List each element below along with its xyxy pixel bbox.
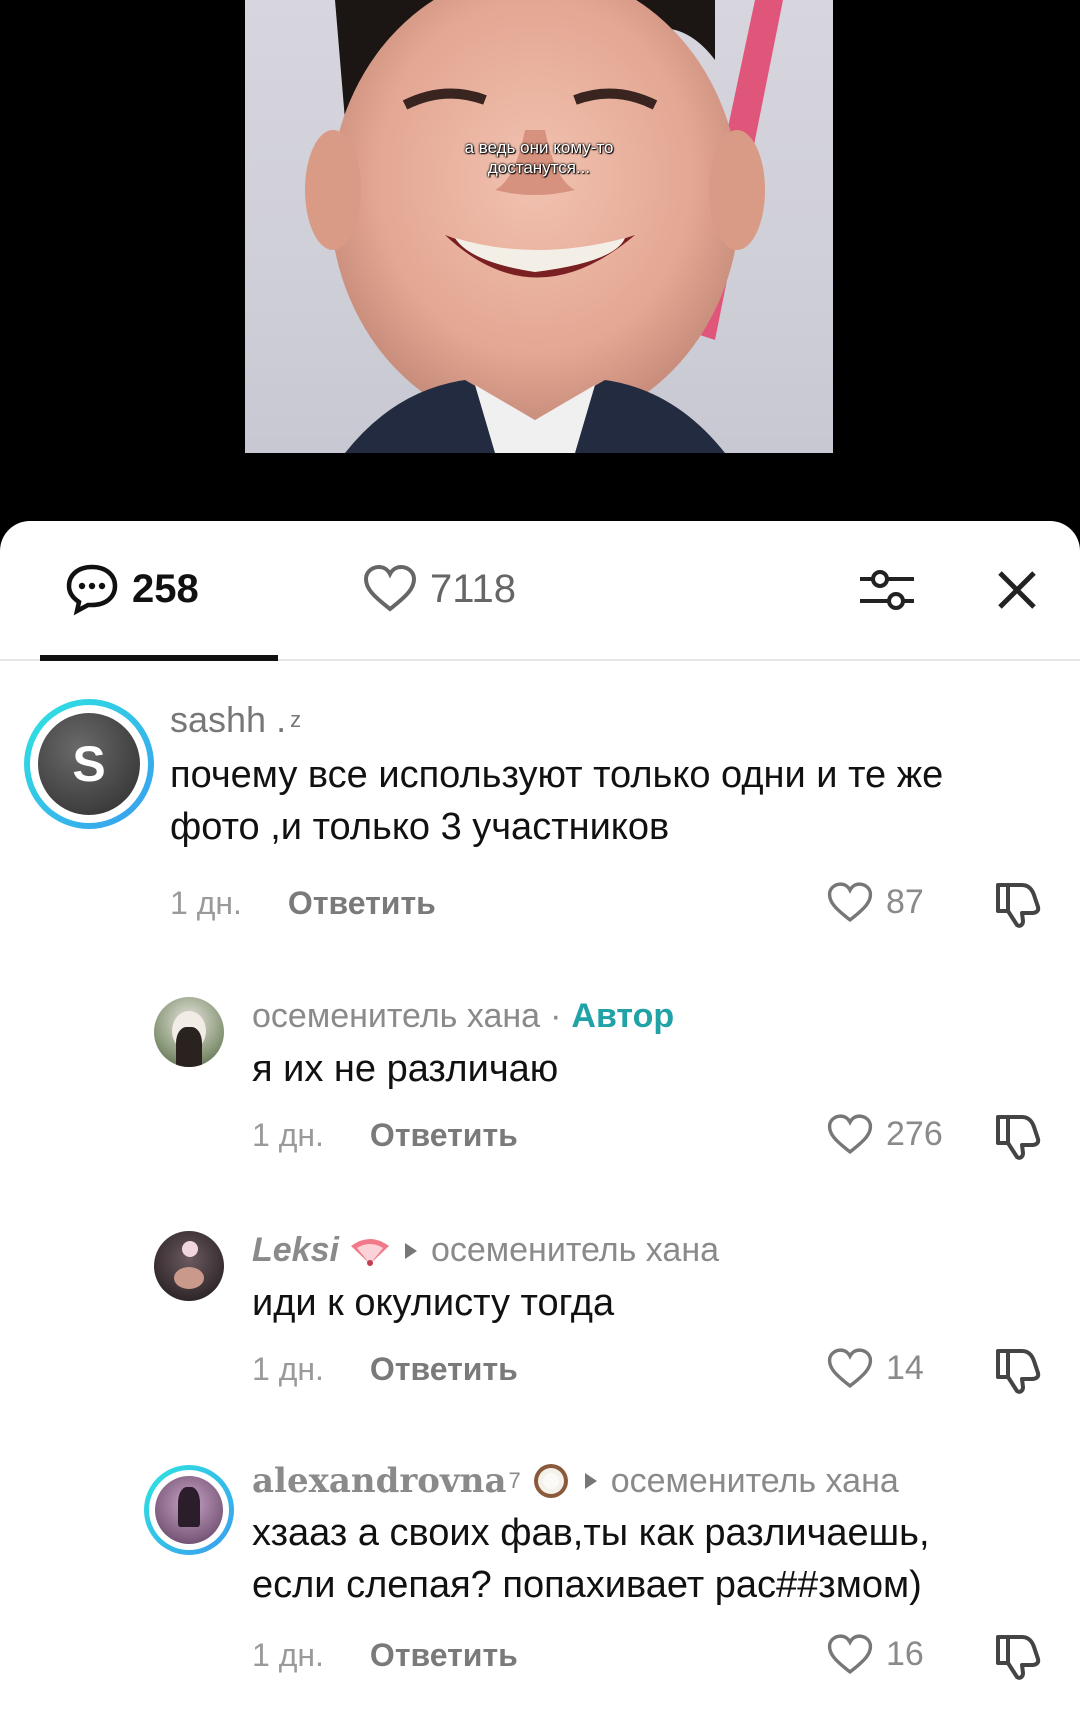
comment-bubble-icon [66, 564, 118, 616]
comment-username[interactable]: Leksi осеменитель хана [252, 1231, 719, 1270]
heart-icon [827, 1634, 873, 1675]
username-text: alexandrovna [252, 1461, 507, 1501]
dislike-icon[interactable] [992, 877, 1044, 929]
like-count: 87 [886, 882, 924, 921]
like-button[interactable]: 276 [826, 1111, 943, 1157]
caption-line-1: а ведь они кому-то [464, 138, 614, 157]
comment-meta: 1 дн. Ответить [170, 885, 436, 922]
video-player[interactable]: а ведь они кому-то достанутся... [0, 0, 1080, 540]
comment-time: 1 дн. [252, 1351, 324, 1387]
comment-time: 1 дн. [170, 885, 242, 921]
username-suffix: 7 [508, 1468, 521, 1493]
like-button[interactable]: 16 [826, 1631, 924, 1677]
username-suffix: z [290, 707, 302, 732]
author-badge: Автор [571, 997, 675, 1035]
dislike-icon[interactable] [992, 1109, 1044, 1161]
reply-button[interactable]: Ответить [288, 885, 436, 922]
reply-button[interactable]: Ответить [370, 1117, 518, 1154]
reply-to-username[interactable]: осеменитель хана [431, 1231, 719, 1270]
coconut-emoji-icon [533, 1464, 568, 1498]
avatar-letter: S [38, 713, 140, 815]
reply-arrow-icon [584, 1473, 597, 1489]
avatar[interactable]: S [24, 699, 154, 829]
comment-time: 1 дн. [252, 1117, 324, 1153]
active-tab-indicator [40, 655, 278, 661]
reply-arrow-icon [404, 1242, 417, 1259]
username-text: sashh . [170, 699, 287, 740]
avatar[interactable] [154, 1231, 224, 1301]
comment-text: почему все используют только одни и те ж… [170, 754, 944, 848]
comment-text: я их не различаю [252, 1048, 559, 1090]
like-count: 276 [886, 1114, 943, 1153]
likes-count: 7118 [430, 566, 517, 611]
video-frame: а ведь они кому-то достанутся... [245, 0, 833, 453]
close-icon[interactable] [994, 567, 1040, 613]
heart-icon [363, 564, 417, 612]
heart-icon [827, 882, 873, 923]
caption-line-2: достанутся... [487, 158, 591, 177]
comment-username[interactable]: alexandrovna 7 осеменитель хана [252, 1461, 899, 1501]
fan-emoji-icon [350, 1238, 389, 1266]
comment-text-line-2: если слепая? попахивает рас##змом) [252, 1564, 922, 1606]
face-photo [305, 0, 783, 453]
reply-to-username[interactable]: осеменитель хана [611, 1462, 899, 1501]
filter-icon[interactable] [858, 565, 916, 615]
heart-icon [827, 1348, 873, 1389]
dislike-icon[interactable] [992, 1343, 1044, 1395]
comment-meta: 1 дн. Ответить [252, 1117, 518, 1154]
comment-text: иди к окулисту тогда [252, 1282, 615, 1324]
reply-button[interactable]: Ответить [370, 1637, 518, 1674]
comment-text: хзааз а своих фав,ты как различаешь, есл… [252, 1507, 1052, 1611]
reply-button[interactable]: Ответить [370, 1351, 518, 1388]
like-count: 14 [886, 1348, 924, 1387]
video-caption: а ведь они кому-то достанутся... [245, 138, 833, 178]
heart-icon [827, 1114, 873, 1155]
avatar[interactable] [154, 997, 224, 1067]
comment-time: 1 дн. [252, 1637, 324, 1673]
comment-username[interactable]: sashh . z [170, 699, 301, 741]
comments-sheet: 258 7118 S sashh . z почему все использу… [0, 521, 1080, 1732]
dislike-icon[interactable] [992, 1629, 1044, 1681]
avatar[interactable] [144, 1465, 234, 1555]
separator-dot: · [550, 997, 562, 1035]
comment-meta: 1 дн. Ответить [252, 1637, 518, 1674]
username-text: Leksi [252, 1231, 339, 1269]
like-button[interactable]: 87 [826, 879, 924, 925]
like-button[interactable]: 14 [826, 1345, 924, 1391]
comment-meta: 1 дн. Ответить [252, 1351, 518, 1388]
sheet-tabs: 258 7118 [0, 521, 1080, 661]
username-text: осеменитель хана [252, 997, 541, 1035]
comment-text-line-1: хзааз а своих фав,ты как различаешь, [252, 1512, 930, 1554]
like-count: 16 [886, 1634, 924, 1673]
comment-username[interactable]: осеменитель хана · Автор [252, 997, 674, 1036]
tab-likes[interactable]: 7118 [362, 561, 516, 617]
comments-count: 258 [132, 566, 199, 611]
tab-comments[interactable]: 258 [64, 561, 199, 617]
